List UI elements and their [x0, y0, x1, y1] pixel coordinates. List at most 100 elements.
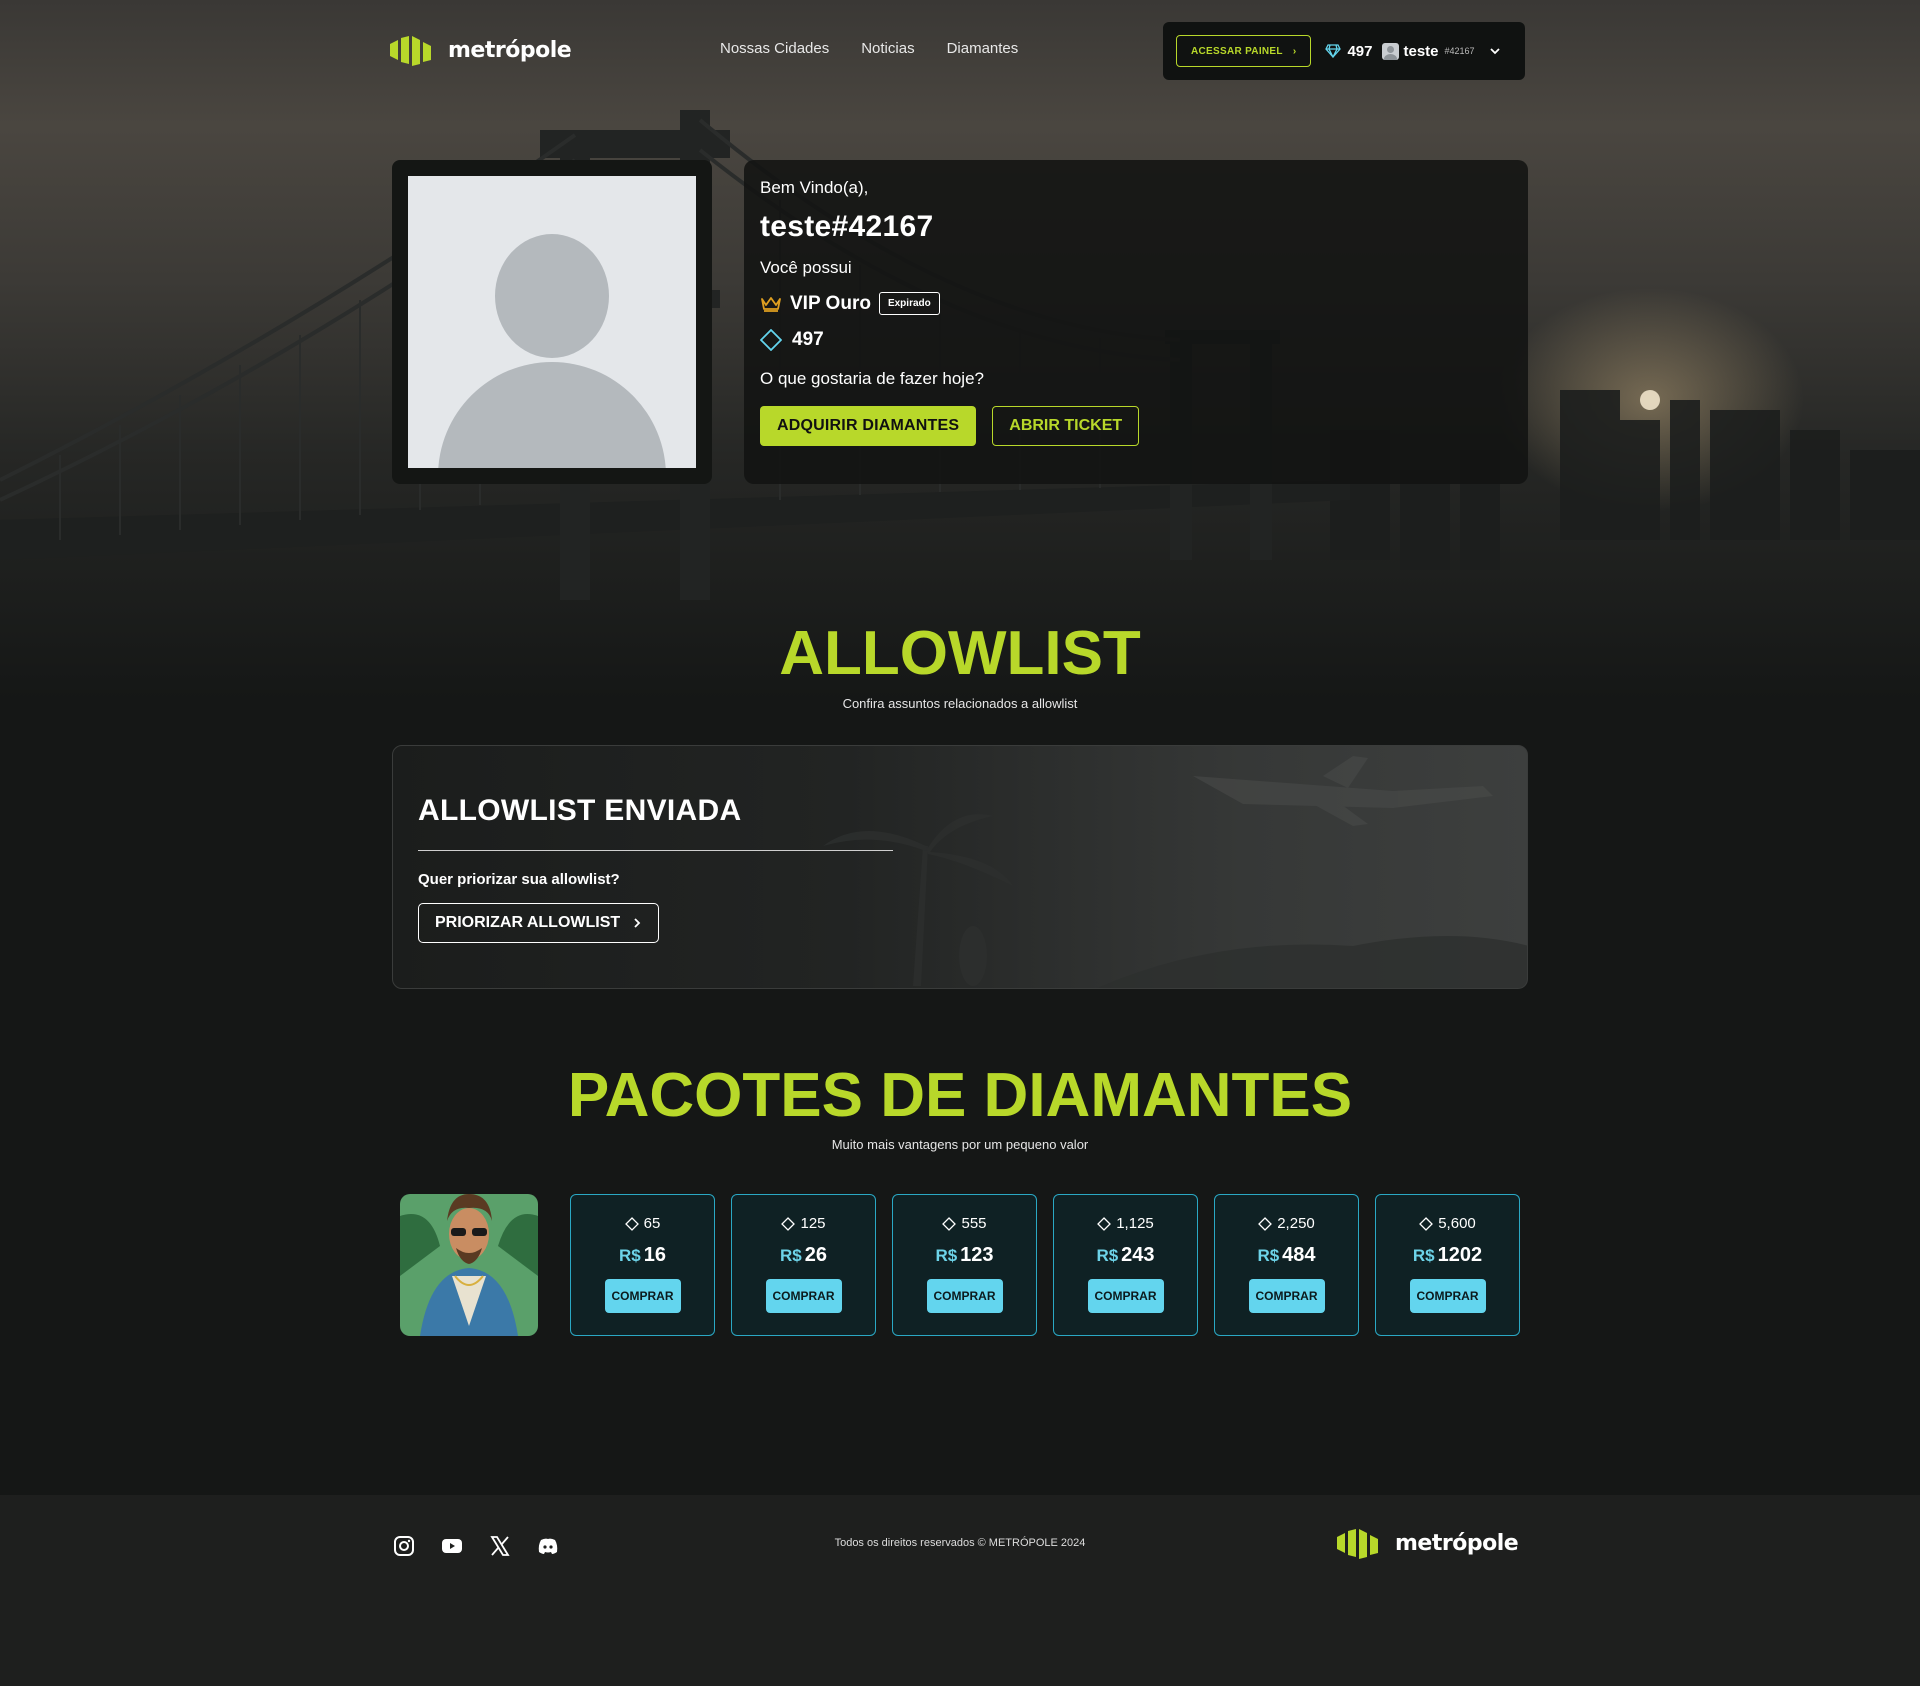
buy-package-button[interactable]: COMPRAR [604, 1279, 681, 1313]
character-illustration [400, 1176, 538, 1336]
buy-package-button[interactable]: COMPRAR [926, 1279, 1003, 1313]
package-amount-value: 1,125 [1116, 1215, 1154, 1232]
welcome-question: O que gostaria de fazer hoje? [760, 369, 984, 388]
brand-logo[interactable]: metrópole [388, 34, 572, 66]
package-amount-value: 125 [800, 1215, 826, 1232]
package-amount-value: 2,250 [1277, 1215, 1315, 1232]
vip-status-row: VIP Ouro Expirado [760, 292, 1512, 315]
diamond-icon [1258, 1216, 1273, 1231]
nav-link-noticias[interactable]: Noticias [861, 40, 914, 57]
package-amount-value: 555 [961, 1215, 987, 1232]
package-price-value: 26 [804, 1244, 827, 1266]
avatar-head-shape [495, 234, 609, 358]
allowlist-section-title: ALLOWLIST [779, 619, 1141, 688]
package-price-value: 1202 [1437, 1244, 1483, 1266]
footer-brand-logo[interactable]: metrópole [1335, 1527, 1519, 1559]
package-price-value: 16 [643, 1244, 666, 1266]
open-ticket-button[interactable]: ABRIR TICKET [992, 406, 1140, 446]
account-user-tag: #42167 [1444, 46, 1475, 56]
crown-icon [761, 296, 781, 312]
chevron-right-icon: › [1292, 45, 1297, 57]
package-amount: 2,250 [1258, 1215, 1315, 1232]
access-panel-button[interactable]: ACESSAR PAINEL › [1176, 35, 1312, 67]
currency-symbol: R$ [780, 1246, 802, 1265]
diamond-icon [781, 1216, 796, 1231]
package-card: 65 R$ 16 COMPRAR [570, 1194, 715, 1336]
prioritize-allowlist-button[interactable]: PRIORIZAR ALLOWLIST [418, 903, 660, 943]
divider [418, 850, 893, 851]
currency-symbol: R$ [1096, 1246, 1119, 1265]
allowlist-section-subtitle: Confira assuntos relacionados a allowlis… [842, 696, 1078, 711]
currency-symbol: R$ [935, 1246, 958, 1265]
you-have-label: Você possui [760, 258, 852, 277]
package-card: 555 R$ 123 COMPRAR [892, 1194, 1037, 1336]
package-price: R$ 123 [935, 1244, 993, 1267]
package-price-value: 484 [1282, 1244, 1316, 1266]
account-username: teste [1403, 42, 1439, 60]
currency-symbol: R$ [619, 1246, 641, 1265]
avatar-body-shape [438, 362, 666, 468]
package-amount-value: 5,600 [1438, 1215, 1476, 1232]
currency-symbol: R$ [1412, 1246, 1435, 1265]
diamond-packages: 65 R$ 16 COMPRAR 125 R$ 26 COMPRAR 555 R… [570, 1194, 1520, 1336]
package-amount: 5,600 [1419, 1215, 1476, 1232]
welcome-username: teste#42167 [760, 210, 934, 243]
package-amount: 125 [781, 1215, 826, 1232]
packages-section-title: PACOTES DE DIAMANTES [567, 1061, 1353, 1130]
diamond-balance-row: 497 [760, 329, 1512, 351]
package-card: 5,600 R$ 1202 COMPRAR [1375, 1194, 1520, 1336]
footer-brand-name: metrópole [1395, 1530, 1519, 1556]
chevron-down-icon[interactable] [1489, 45, 1501, 57]
currency-symbol: R$ [1257, 1246, 1280, 1265]
footer: Todos os direitos reservados © METRÓPOLE… [0, 1495, 1920, 1686]
package-price: R$ 243 [1096, 1244, 1154, 1267]
package-price: R$ 26 [780, 1244, 827, 1267]
allowlist-card-title: ALLOWLIST ENVIADA [418, 794, 742, 827]
diamond-icon [1097, 1216, 1112, 1231]
package-amount: 555 [942, 1215, 987, 1232]
metropole-logo-icon [390, 36, 431, 66]
package-amount: 1,125 [1097, 1215, 1154, 1232]
package-price: R$ 16 [619, 1244, 666, 1267]
nav-link-diamantes[interactable]: Diamantes [947, 40, 1019, 57]
diamond-icon [624, 1216, 639, 1231]
diamond-icon [760, 329, 782, 351]
chevron-right-icon [634, 918, 641, 928]
diamond-icon [1419, 1216, 1434, 1231]
main-menu: Nossas Cidades Noticias Diamantes [720, 40, 1018, 57]
package-amount-value: 65 [643, 1215, 661, 1232]
buy-diamonds-button[interactable]: ADQUIRIR DIAMANTES [760, 406, 977, 446]
prioritize-allowlist-label: PRIORIZAR ALLOWLIST [435, 914, 621, 931]
package-price: R$ 1202 [1413, 1244, 1482, 1267]
package-card: 2,250 R$ 484 COMPRAR [1214, 1194, 1359, 1336]
top-navigation: metrópole Nossas Cidades Noticias Diaman… [0, 0, 1920, 100]
vip-label: VIP Ouro [790, 292, 871, 314]
buy-package-button[interactable]: COMPRAR [1087, 1279, 1164, 1313]
buy-package-button[interactable]: COMPRAR [1409, 1279, 1486, 1313]
package-amount: 65 [624, 1215, 661, 1232]
welcome-card: Bem Vindo(a), teste#42167 Você possui VI… [744, 160, 1528, 484]
diamond-icon [942, 1216, 957, 1231]
buy-package-button[interactable]: COMPRAR [1248, 1279, 1325, 1313]
account-user-menu[interactable]: teste #42167 [1382, 42, 1501, 60]
allowlist-status-card: ALLOWLIST ENVIADA Quer priorizar sua all… [392, 745, 1528, 989]
allowlist-card-content: ALLOWLIST ENVIADA Quer priorizar sua all… [418, 794, 893, 943]
vip-expired-badge: Expirado [878, 292, 940, 315]
profile-avatar-placeholder [408, 176, 696, 468]
welcome-greeting: Bem Vindo(a), [760, 178, 869, 197]
package-price-value: 123 [960, 1244, 994, 1266]
package-price: R$ 484 [1257, 1244, 1315, 1267]
account-box: ACESSAR PAINEL › 497 teste #42167 [1163, 22, 1525, 80]
allowlist-question: Quer priorizar sua allowlist? [418, 871, 620, 888]
package-card: 1,125 R$ 243 COMPRAR [1053, 1194, 1198, 1336]
account-diamonds: 497 [1325, 43, 1372, 60]
nav-link-cidades[interactable]: Nossas Cidades [720, 40, 829, 57]
brand-name: metrópole [448, 37, 572, 63]
gem-icon [1325, 44, 1342, 58]
welcome-actions: ADQUIRIR DIAMANTES ABRIR TICKET [760, 406, 1512, 446]
diamond-balance: 497 [792, 329, 824, 350]
package-price-value: 243 [1121, 1244, 1155, 1266]
copyright-text: Todos os direitos reservados © METRÓPOLE… [834, 1537, 1086, 1549]
packages-section-subtitle: Muito mais vantagens por um pequeno valo… [831, 1137, 1089, 1152]
buy-package-button[interactable]: COMPRAR [765, 1279, 842, 1313]
